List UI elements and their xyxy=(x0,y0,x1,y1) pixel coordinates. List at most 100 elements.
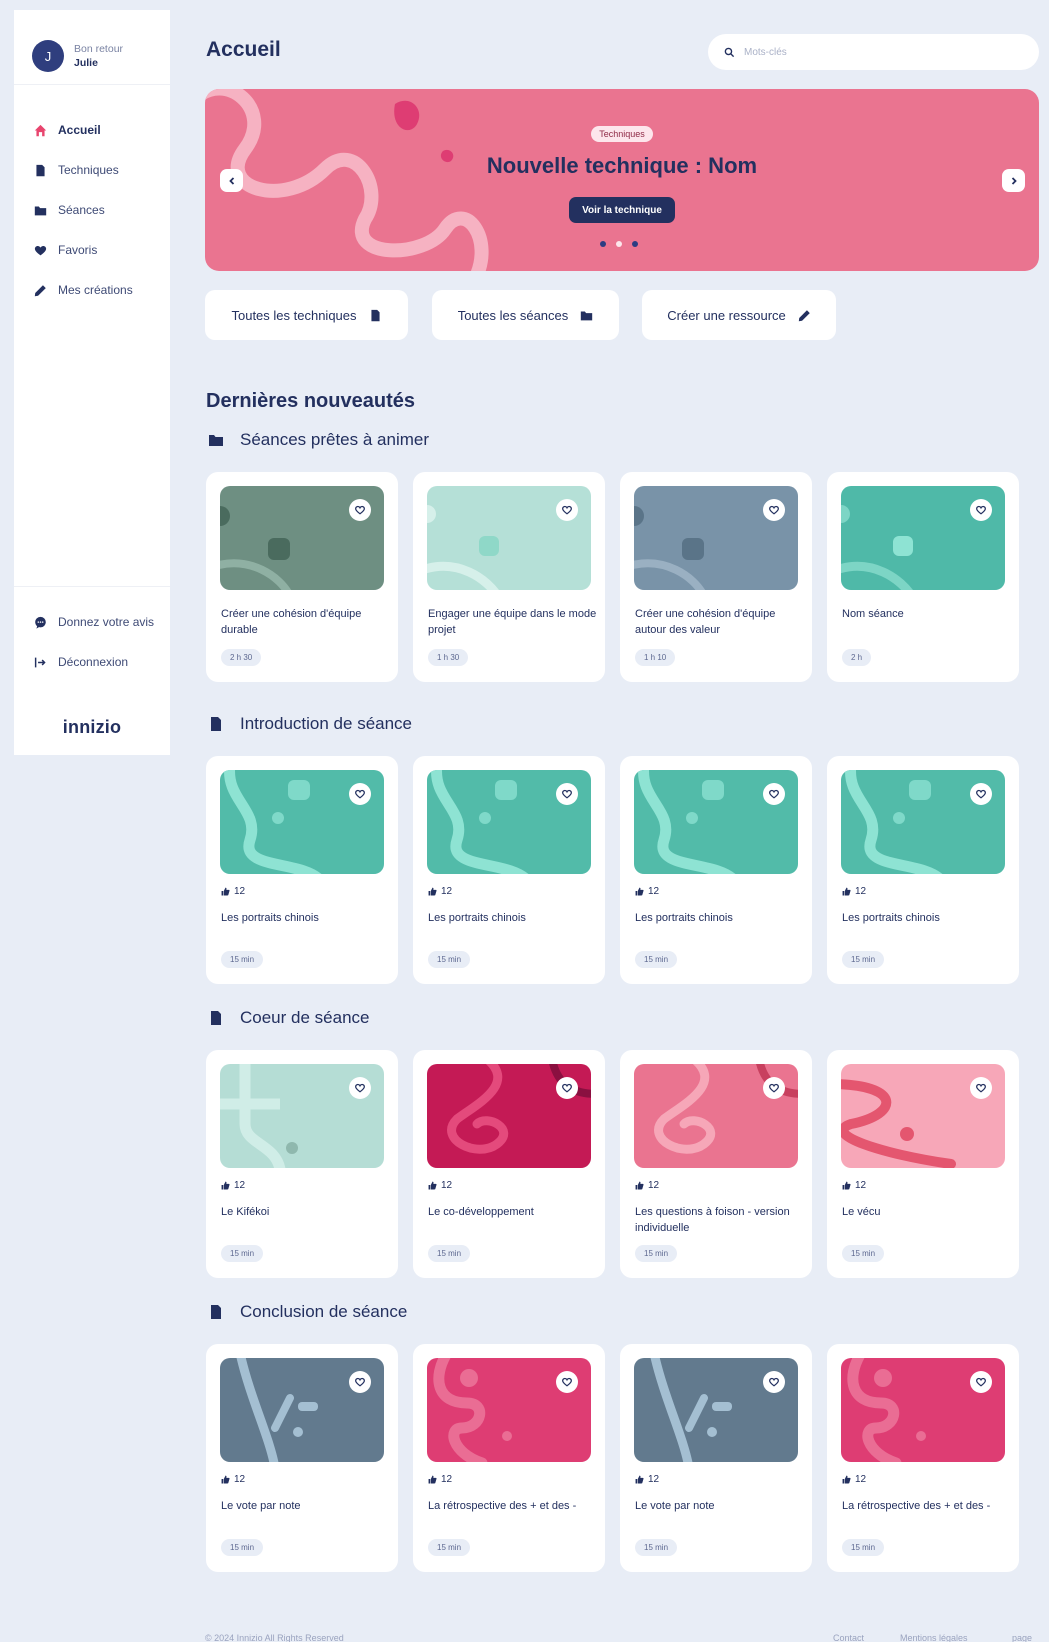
hero-title: Nouvelle technique : Nom xyxy=(486,153,758,178)
card-likes: 12 xyxy=(428,1474,452,1485)
card-title: Engager une équipe dans le mode projet xyxy=(428,608,597,636)
card-likes: 12 xyxy=(428,886,452,897)
resource-card[interactable]: 12 Le co-développement 15 min xyxy=(413,1050,605,1278)
card-likes: 12 xyxy=(842,886,866,897)
favorite-button[interactable] xyxy=(556,783,578,805)
section-title-label: Conclusion de séance xyxy=(240,1302,408,1321)
carousel-next-button[interactable] xyxy=(1002,169,1025,192)
card-thumbnail xyxy=(634,1358,798,1462)
favorite-button[interactable] xyxy=(556,1077,578,1099)
user-profile[interactable]: J Bon retour Julie xyxy=(14,10,170,85)
favorite-button[interactable] xyxy=(349,783,371,805)
nav-item-techniques[interactable]: Techniques xyxy=(14,150,170,190)
nav-item-favoris[interactable]: Favoris xyxy=(14,230,170,270)
duration-badge: 15 min xyxy=(428,951,471,968)
favorite-button[interactable] xyxy=(349,1077,371,1099)
chevron-right-icon xyxy=(1011,176,1017,185)
duration-badge: 2 h xyxy=(842,649,872,666)
hero-badge: Techniques xyxy=(591,126,653,142)
carousel-dots xyxy=(600,241,638,247)
favorite-button[interactable] xyxy=(556,1371,578,1393)
likes-count: 12 xyxy=(234,1474,246,1485)
resource-card[interactable]: Créer une cohésion d'équipe autour des v… xyxy=(620,472,812,682)
card-title: Les portraits chinois xyxy=(635,912,733,924)
card-thumbnail xyxy=(634,770,798,874)
all-techniques-button[interactable]: Toutes les techniques xyxy=(205,290,408,340)
section-title: Conclusion de séance xyxy=(208,1302,407,1322)
card-title: La rétrospective des + et des - xyxy=(842,1500,991,1512)
chat-icon xyxy=(35,616,46,629)
nav-item-mes-creations[interactable]: Mes créations xyxy=(14,270,170,310)
search-input[interactable] xyxy=(744,46,994,58)
nav-item-accueil[interactable]: Accueil xyxy=(14,110,170,150)
thumbs-up-icon xyxy=(635,887,644,896)
hero-cta-button[interactable]: Voir la technique xyxy=(569,197,675,223)
card-thumbnail xyxy=(427,1358,591,1462)
avatar[interactable]: J xyxy=(32,40,64,72)
footer-link-page[interactable]: page légale xyxy=(1012,1633,1049,1642)
resource-card[interactable]: 12 Les portraits chinois 15 min xyxy=(620,756,812,984)
carousel-dot[interactable] xyxy=(600,241,606,247)
resource-card[interactable]: 12 Les portraits chinois 15 min xyxy=(206,756,398,984)
favorite-button[interactable] xyxy=(556,499,578,521)
nav-label: Séances xyxy=(58,203,105,217)
nav-label: Donnez votre avis xyxy=(58,615,155,629)
duration-badge: 15 min xyxy=(221,951,264,968)
search-icon xyxy=(724,47,735,57)
card-title: La rétrospective des + et des - xyxy=(428,1500,577,1512)
thumbs-up-icon xyxy=(221,887,230,896)
heart-outline-icon xyxy=(355,1083,365,1093)
duration-badge: 15 min xyxy=(635,1245,678,1262)
folder-icon xyxy=(209,435,223,446)
favorite-button[interactable] xyxy=(763,783,785,805)
card-likes: 12 xyxy=(635,886,659,897)
thumbs-up-icon xyxy=(635,1181,644,1190)
card-thumbnail xyxy=(634,486,798,590)
card-title: Les questions à foison - version individ… xyxy=(635,1206,790,1234)
nav-item-feedback[interactable]: Donnez votre avis xyxy=(14,602,170,642)
nav-item-logout[interactable]: Déconnexion xyxy=(14,642,170,682)
favorite-button[interactable] xyxy=(970,1371,992,1393)
footer-link-contact[interactable]: Contact xyxy=(833,1633,864,1642)
card-thumbnail xyxy=(841,770,1005,874)
carousel-dot[interactable] xyxy=(616,241,622,247)
nav-item-seances[interactable]: Séances xyxy=(14,190,170,230)
card-thumbnail xyxy=(220,1064,384,1168)
heart-outline-icon xyxy=(355,505,365,515)
card-title: Le vécu xyxy=(842,1206,881,1218)
favorite-button[interactable] xyxy=(970,783,992,805)
resource-card[interactable]: 12 Le vécu 15 min xyxy=(827,1050,1019,1278)
resource-card[interactable]: 12 Les questions à foison - version indiv… xyxy=(620,1050,812,1278)
carousel-prev-button[interactable] xyxy=(220,169,243,192)
resource-card[interactable]: 12 Le Kifékoi 15 min xyxy=(206,1050,398,1278)
resource-card[interactable]: 12 La rétrospective des + et des - 15 min xyxy=(827,1344,1019,1572)
create-resource-button[interactable]: Créer une ressource xyxy=(642,290,836,340)
logo[interactable]: innizio xyxy=(14,717,170,738)
resource-card[interactable]: Nom séance 2 h xyxy=(827,472,1019,682)
favorite-button[interactable] xyxy=(970,499,992,521)
favorite-button[interactable] xyxy=(349,1371,371,1393)
search-bar[interactable] xyxy=(708,34,1039,70)
heart-outline-icon xyxy=(769,1377,779,1387)
resource-card[interactable]: 12 Les portraits chinois 15 min xyxy=(827,756,1019,984)
resource-card[interactable]: 12 La rétrospective des + et des - 15 min xyxy=(413,1344,605,1572)
resource-card[interactable]: 12 Le vote par note 15 min xyxy=(620,1344,812,1572)
resource-card[interactable]: Engager une équipe dans le mode projet 1 … xyxy=(413,472,605,682)
resource-card[interactable]: 12 Le vote par note 15 min xyxy=(206,1344,398,1572)
all-sessions-button[interactable]: Toutes les séances xyxy=(432,290,619,340)
resource-card[interactable]: 12 Les portraits chinois 15 min xyxy=(413,756,605,984)
favorite-button[interactable] xyxy=(763,1077,785,1099)
favorite-button[interactable] xyxy=(970,1077,992,1099)
footer-link-legal[interactable]: Mentions légales xyxy=(900,1633,968,1642)
favorite-button[interactable] xyxy=(349,499,371,521)
thumbs-up-icon xyxy=(842,1475,851,1484)
heart-outline-icon xyxy=(355,789,365,799)
likes-count: 12 xyxy=(855,886,867,897)
resource-card[interactable]: Créer une cohésion d'équipe durable 2 h 3… xyxy=(206,472,398,682)
carousel-dot[interactable] xyxy=(632,241,638,247)
heart-outline-icon xyxy=(769,505,779,515)
favorite-button[interactable] xyxy=(763,499,785,521)
duration-badge: 15 min xyxy=(842,951,885,968)
duration-badge: 15 min xyxy=(842,1539,885,1556)
favorite-button[interactable] xyxy=(763,1371,785,1393)
